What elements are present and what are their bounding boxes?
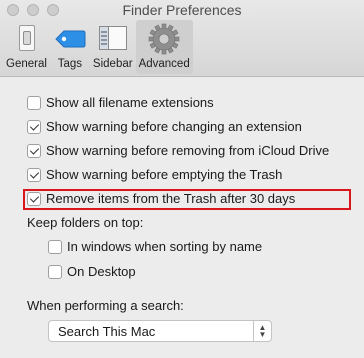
search-scope-value: Search This Mac	[58, 323, 156, 339]
checkbox-remove-trash-30-days[interactable]	[27, 191, 41, 206]
sidebar-icon	[96, 23, 130, 55]
tab-tags[interactable]: Tags	[50, 20, 90, 74]
option-label: In windows when sorting by name	[67, 239, 263, 254]
preferences-toolbar: General Tags Sidebar Advanced	[3, 20, 193, 74]
option-folders-in-windows[interactable]: In windows when sorting by name	[48, 239, 262, 254]
tag-icon	[53, 23, 87, 55]
option-label: Show all filename extensions	[46, 95, 214, 110]
tab-sidebar-label: Sidebar	[92, 58, 133, 70]
finder-preferences-window: Finder Preferences General Tags Sidebar …	[0, 0, 364, 358]
checkbox-warn-extension-change[interactable]	[27, 119, 41, 134]
window-title: Finder Preferences	[122, 2, 242, 18]
option-warn-icloud-remove[interactable]: Show warning before removing from iCloud…	[27, 143, 329, 158]
option-label: Remove items from the Trash after 30 day…	[46, 191, 296, 206]
option-warn-extension-change[interactable]: Show warning before changing an extensio…	[27, 119, 302, 134]
switch-icon	[9, 23, 43, 55]
gear-icon	[147, 23, 181, 55]
checkbox-warn-icloud-remove[interactable]	[27, 143, 41, 158]
search-scope-select[interactable]: Search This Mac ▲ ▼	[48, 320, 272, 342]
tab-tags-label: Tags	[57, 58, 83, 70]
search-heading: When performing a search:	[27, 298, 184, 313]
tab-sidebar[interactable]: Sidebar	[90, 20, 136, 74]
checkbox-folders-on-desktop[interactable]	[48, 264, 62, 279]
option-remove-trash-30-days[interactable]: Remove items from the Trash after 30 day…	[27, 191, 295, 206]
option-label: Show warning before changing an extensio…	[46, 119, 302, 134]
option-show-extensions[interactable]: Show all filename extensions	[27, 95, 214, 110]
title-bar: Finder Preferences General Tags Sidebar …	[0, 0, 364, 77]
tab-general[interactable]: General	[3, 20, 50, 74]
folders-on-top-heading: Keep folders on top:	[27, 215, 144, 230]
option-folders-on-desktop[interactable]: On Desktop	[48, 264, 136, 279]
checkbox-warn-empty-trash[interactable]	[27, 167, 41, 182]
option-label: Show warning before emptying the Trash	[46, 167, 283, 182]
tab-advanced-label: Advanced	[138, 58, 190, 70]
checkbox-show-extensions[interactable]	[27, 95, 41, 110]
option-warn-empty-trash[interactable]: Show warning before emptying the Trash	[27, 167, 282, 182]
chevron-updown-icon: ▲ ▼	[253, 321, 271, 341]
tab-advanced[interactable]: Advanced	[135, 20, 193, 74]
option-label: On Desktop	[67, 264, 136, 279]
checkbox-folders-in-windows[interactable]	[48, 239, 62, 254]
option-label: Show warning before removing from iCloud…	[46, 143, 330, 158]
tab-general-label: General	[6, 58, 47, 70]
advanced-pane: Show all filename extensions Show warnin…	[0, 77, 364, 358]
